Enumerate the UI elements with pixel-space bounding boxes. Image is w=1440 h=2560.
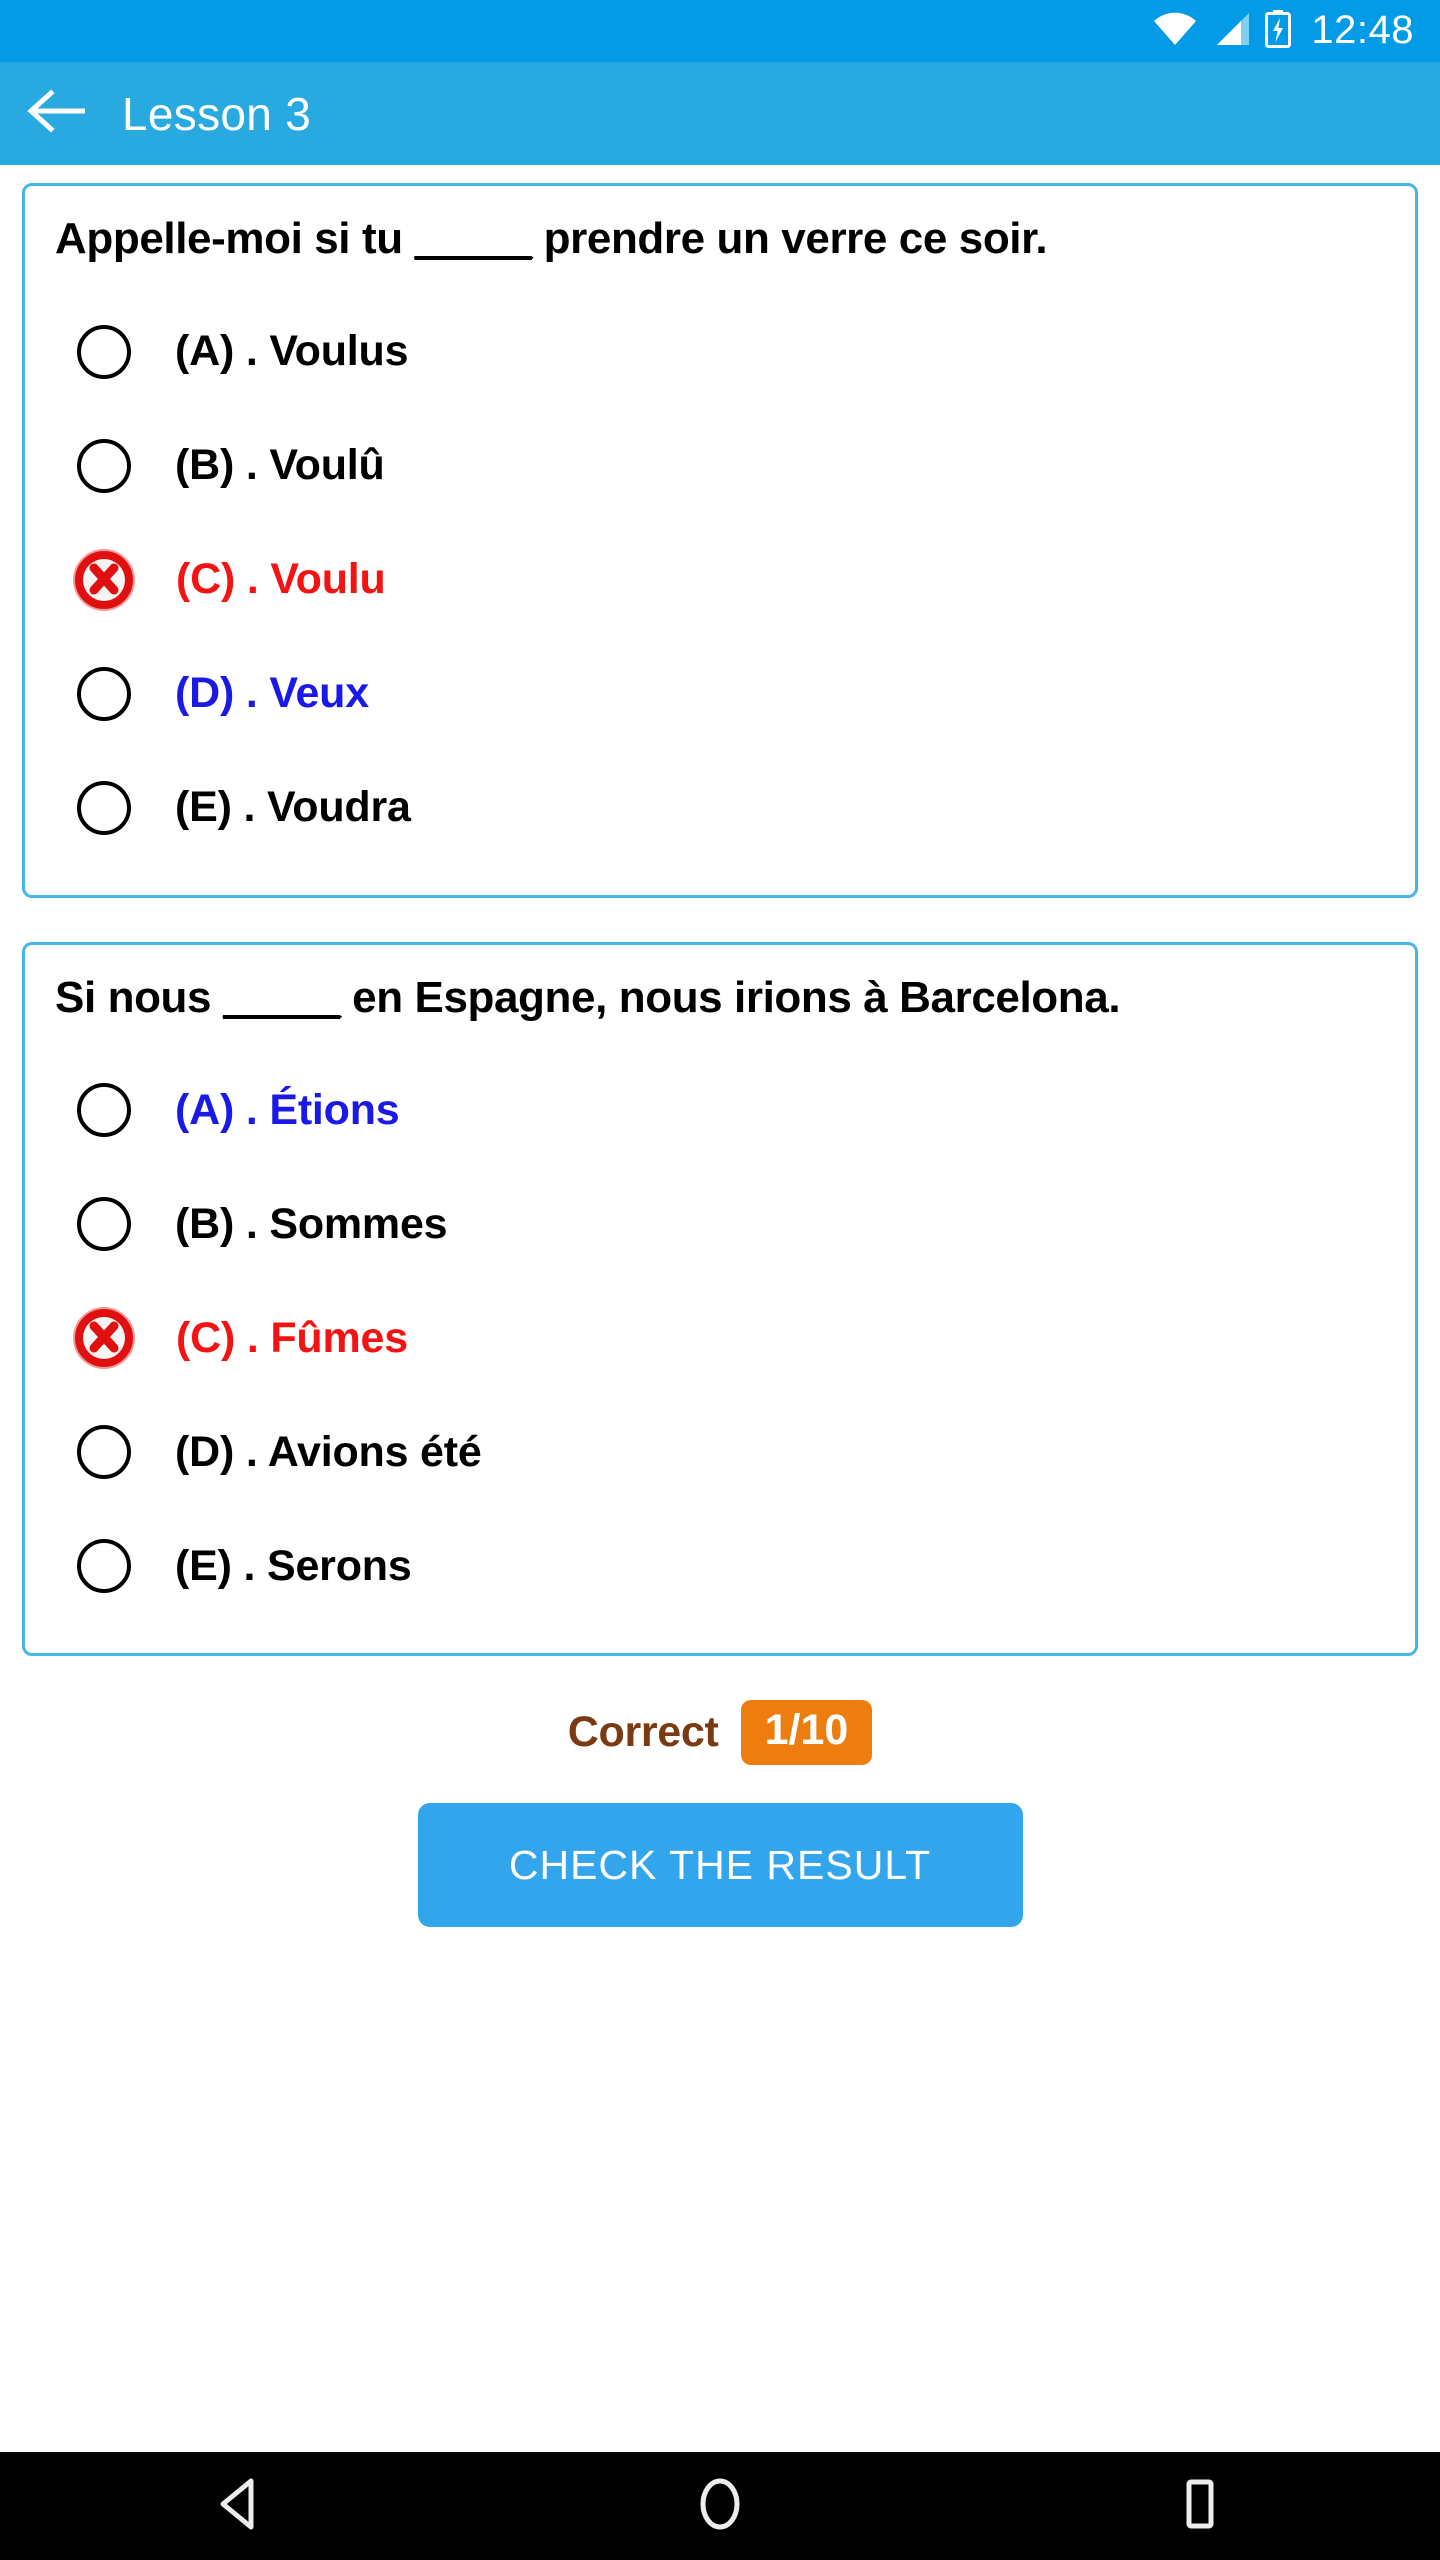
back-button[interactable] <box>0 62 112 165</box>
wrong-answer-icon[interactable] <box>72 1306 136 1370</box>
option-label: (E) . Voudra <box>175 783 411 832</box>
question-prompt-after: prendre un verre ce soir. <box>531 214 1048 263</box>
option-label: (A) . Étions <box>175 1085 400 1134</box>
battery-charging-icon <box>1265 9 1292 53</box>
question-prompt-before: Si nous <box>55 972 223 1022</box>
page-title: Lesson 3 <box>122 87 312 140</box>
status-bar-clock: 12:48 <box>1311 8 1414 52</box>
score-row: Correct 1/10 <box>22 1700 1418 1766</box>
radio-unselected-icon[interactable] <box>77 1197 131 1252</box>
check-result-button[interactable]: CHECK THE RESULT <box>417 1803 1023 1928</box>
option-row[interactable]: (A) . Étions <box>55 1053 1385 1167</box>
back-arrow-icon <box>27 89 86 138</box>
option-label: (C) . Fûmes <box>176 1313 408 1362</box>
option-label: (A) . Voulus <box>175 327 409 376</box>
android-nav-bar <box>0 2452 1440 2560</box>
question-blank: _____ <box>222 972 341 1022</box>
option-row[interactable]: (B) . Sommes <box>55 1167 1385 1281</box>
radio-unselected-icon[interactable] <box>77 1083 131 1138</box>
option-row[interactable]: (E) . Voudra <box>55 751 1385 865</box>
app-screen: 12:48 Lesson 3 Appelle-moi si tu _____ p… <box>0 0 1440 2560</box>
radio-unselected-icon[interactable] <box>77 780 131 835</box>
question-text: Appelle-moi si tu _____ prendre un verre… <box>55 214 1385 265</box>
option-row[interactable]: (C) . Voulu <box>55 523 1385 637</box>
score-label: Correct <box>567 1708 719 1757</box>
question-text: Si nous _____ en Espagne, nous irions à … <box>55 973 1385 1024</box>
question-card: Si nous _____ en Espagne, nous irions à … <box>22 941 1418 1657</box>
option-label: (D) . Veux <box>175 669 369 718</box>
option-label: (C) . Voulu <box>176 555 386 604</box>
option-row[interactable]: (D) . Veux <box>55 637 1385 751</box>
radio-unselected-icon[interactable] <box>77 438 131 493</box>
nav-recents-button[interactable] <box>1100 2452 1300 2560</box>
option-label: (E) . Serons <box>175 1541 412 1590</box>
question-prompt-after: en Espagne, nous irions à Barcelona. <box>340 972 1121 1022</box>
back-triangle-icon <box>217 2478 263 2535</box>
option-label: (B) . Sommes <box>175 1199 448 1248</box>
radio-unselected-icon[interactable] <box>77 324 131 379</box>
option-label: (D) . Avions été <box>175 1427 482 1476</box>
app-bar: Lesson 3 <box>0 62 1440 165</box>
radio-unselected-icon[interactable] <box>77 666 131 721</box>
wrong-answer-icon[interactable] <box>72 548 136 612</box>
quiz-content: Appelle-moi si tu _____ prendre un verre… <box>0 165 1440 2452</box>
option-row[interactable]: (E) . Serons <box>55 1509 1385 1623</box>
recents-square-icon <box>1178 2478 1222 2535</box>
home-circle-icon <box>695 2478 745 2535</box>
radio-unselected-icon[interactable] <box>77 1425 131 1480</box>
cellular-signal-icon <box>1211 12 1251 51</box>
question-card: Appelle-moi si tu _____ prendre un verre… <box>22 183 1418 898</box>
wifi-icon <box>1153 12 1197 51</box>
option-row[interactable]: (A) . Voulus <box>55 295 1385 409</box>
option-row[interactable]: (C) . Fûmes <box>55 1281 1385 1395</box>
option-row[interactable]: (B) . Voulû <box>55 409 1385 523</box>
action-row: CHECK THE RESULT <box>22 1803 1418 1928</box>
nav-back-button[interactable] <box>140 2452 340 2560</box>
option-label: (B) . Voulû <box>175 441 385 490</box>
question-blank: _____ <box>414 214 533 263</box>
score-badge: 1/10 <box>740 1700 873 1766</box>
question-prompt-before: Appelle-moi si tu <box>55 214 415 263</box>
radio-unselected-icon[interactable] <box>77 1539 131 1594</box>
nav-home-button[interactable] <box>620 2452 820 2560</box>
status-bar: 12:48 <box>0 0 1440 62</box>
option-row[interactable]: (D) . Avions été <box>55 1395 1385 1509</box>
